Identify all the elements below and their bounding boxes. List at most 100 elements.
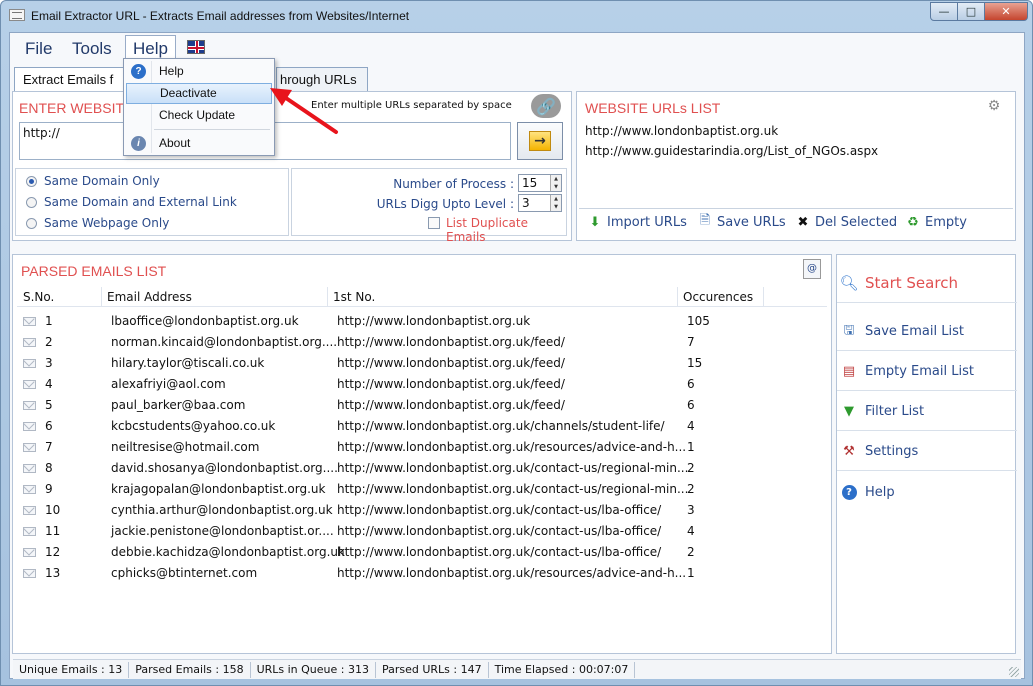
cell-first-no: http://www.londonbaptist.org.uk/feed/ xyxy=(337,335,565,349)
cell-sno: 2 xyxy=(45,335,53,349)
column-divider xyxy=(327,287,328,307)
duplicate-checkbox[interactable] xyxy=(428,217,440,229)
table-row[interactable]: 5 paul_barker@baa.com http://www.londonbap… xyxy=(17,395,827,416)
uk-flag-icon[interactable] xyxy=(187,40,205,54)
envelope-icon xyxy=(23,422,36,431)
menu-item-label: Check Update xyxy=(159,108,236,122)
cell-email: paul_barker@baa.com xyxy=(111,398,246,412)
table-row[interactable]: 9 krajagopalan@londonbaptist.org.uk http:/… xyxy=(17,479,827,500)
envelope-icon xyxy=(23,464,36,473)
empty-urls-button[interactable]: ♻ Empty xyxy=(905,214,967,230)
envelope-icon xyxy=(23,359,36,368)
save-urls-button[interactable]: 🗎 Save URLs xyxy=(697,213,786,230)
start-search-label: Start Search xyxy=(865,273,958,292)
cell-sno: 7 xyxy=(45,440,53,454)
envelope-icon xyxy=(23,569,36,578)
spin-arrows-icon[interactable]: ▲ ▼ xyxy=(550,175,561,191)
list-item[interactable]: http://www.guidestarindia.org/List_of_NG… xyxy=(585,144,878,158)
start-search-button[interactable]: 🔍︎ Start Search xyxy=(837,263,1017,303)
empty-label: Empty xyxy=(925,214,967,230)
menu-item-deactivate[interactable]: Deactivate xyxy=(126,83,272,104)
cell-first-no: http://www.londonbaptist.org.uk xyxy=(337,314,531,328)
col-occurences[interactable]: Occurences xyxy=(683,290,753,304)
delete-selected-button[interactable]: ✖ Del Selected xyxy=(795,214,898,230)
table-row[interactable]: 6 kcbcstudents@yahoo.co.uk http://www.lond… xyxy=(17,416,827,437)
menu-file[interactable]: File xyxy=(18,38,59,60)
add-url-button[interactable]: → xyxy=(517,122,563,160)
table-row[interactable]: 2 norman.kincaid@londonbaptist.org.... htt… xyxy=(17,332,827,353)
cell-email: norman.kincaid@londonbaptist.org.... xyxy=(111,335,338,349)
delete-label: Del Selected xyxy=(815,214,898,230)
cell-email: cynthia.arthur@londonbaptist.org.uk xyxy=(111,503,333,517)
menu-item-check-update[interactable]: Check Update xyxy=(126,105,272,126)
cell-first-no: http://www.londonbaptist.org.uk/contact-… xyxy=(337,503,662,517)
save-email-list-button[interactable]: 🖫︎ Save Email List xyxy=(837,313,1017,351)
save-document-icon: 🗎 xyxy=(699,213,711,228)
menu-tools[interactable]: Tools xyxy=(65,38,119,60)
list-item[interactable]: http://www.londonbaptist.org.uk xyxy=(585,124,778,138)
import-urls-button[interactable]: ⬇ Import URLs xyxy=(587,214,687,230)
settings-button[interactable]: ⚒ Settings xyxy=(837,433,1017,471)
resize-grip-icon[interactable] xyxy=(1009,667,1019,677)
radio-button[interactable] xyxy=(26,217,37,229)
table-row[interactable]: 12 debbie.kachidza@londonbaptist.org.uk ht… xyxy=(17,542,827,563)
cell-first-no: http://www.londonbaptist.org.uk/contact-… xyxy=(337,461,689,475)
spin-arrows-icon[interactable]: ▲ ▼ xyxy=(550,195,561,211)
cell-occurences: 7 xyxy=(687,335,695,349)
process-stepper[interactable]: 15 ▲ ▼ xyxy=(518,174,562,192)
status-unique-emails: Unique Emails : 13 xyxy=(13,661,130,678)
minimize-button[interactable]: — xyxy=(930,2,958,21)
link-icon[interactable]: 🔗 xyxy=(531,94,561,118)
process-value: 15 xyxy=(522,176,538,190)
menu-item-help[interactable]: ? Help xyxy=(126,61,272,82)
maximize-button[interactable]: □ xyxy=(957,2,985,21)
table-row[interactable]: 1 lbaoffice@londonbaptist.org.uk http://ww… xyxy=(17,311,827,332)
status-parsed-urls: Parsed URLs : 147 xyxy=(376,661,489,678)
app-icon xyxy=(9,9,25,21)
digg-value: 3 xyxy=(522,196,530,210)
cell-occurences: 15 xyxy=(687,356,703,370)
table-row[interactable]: 10 cynthia.arthur@londonbaptist.org.uk htt… xyxy=(17,500,827,521)
tab-extract-emails[interactable]: Extract Emails f xyxy=(14,67,126,91)
column-divider xyxy=(101,287,102,307)
cell-email: debbie.kachidza@londonbaptist.org.uk xyxy=(111,545,345,559)
table-row[interactable]: 3 hilary.taylor@tiscali.co.uk http://www.l… xyxy=(17,353,827,374)
col-sno[interactable]: S.No. xyxy=(23,290,54,304)
import-label: Import URLs xyxy=(607,214,687,230)
radio-same-webpage[interactable]: Same Webpage Only xyxy=(26,216,169,230)
floppy-save-icon: 🖫︎ xyxy=(843,322,855,338)
url-list[interactable]: http://www.londonbaptist.org.uk http://w… xyxy=(579,122,1013,204)
cell-sno: 8 xyxy=(45,461,53,475)
duplicate-label: List Duplicate Emails xyxy=(446,216,528,244)
cell-first-no: http://www.londonbaptist.org.uk/feed/ xyxy=(337,377,565,391)
table-row[interactable]: 7 neiltresise@hotmail.com http://www.londo… xyxy=(17,437,827,458)
save-label: Save URLs xyxy=(717,214,786,230)
digg-stepper[interactable]: 3 ▲ ▼ xyxy=(518,194,562,212)
envelope-icon xyxy=(23,506,36,515)
recycle-icon: ♻ xyxy=(907,214,919,230)
help-button[interactable]: ? Help xyxy=(837,473,1017,511)
col-first-no[interactable]: 1st No. xyxy=(333,290,375,304)
radio-label: Same Webpage Only xyxy=(44,216,170,230)
radio-button[interactable] xyxy=(26,196,37,208)
filter-list-button[interactable]: ▼ Filter List xyxy=(837,393,1017,431)
table-row[interactable]: 8 david.shosanya@londonbaptist.org.... htt… xyxy=(17,458,827,479)
table-row[interactable]: 11 jackie.penistone@londonbaptist.or.... h… xyxy=(17,521,827,542)
radio-button[interactable] xyxy=(26,175,37,187)
cell-email: cphicks@btinternet.com xyxy=(111,566,258,580)
table-row[interactable]: 13 cphicks@btinternet.com http://www.londo… xyxy=(17,563,827,584)
radio-same-domain[interactable]: Same Domain Only xyxy=(26,174,160,188)
empty-email-list-button[interactable]: ▤ Empty Email List xyxy=(837,353,1017,391)
crawl-options: Number of Process : 15 ▲ ▼ URLs Digg Upto… xyxy=(291,168,567,244)
cell-occurences: 3 xyxy=(687,503,695,517)
empty-list-icon: ▤ xyxy=(842,364,856,379)
close-button[interactable]: ✕ xyxy=(984,2,1028,21)
cell-email: neiltresise@hotmail.com xyxy=(111,440,260,454)
radio-domain-external[interactable]: Same Domain and External Link xyxy=(26,195,237,209)
table-row[interactable]: 4 alexafriyi@aol.com http://www.londonbapt… xyxy=(17,374,827,395)
help-dropdown-menu: ? Help Deactivate Check Update i About xyxy=(123,58,275,156)
title-bar[interactable]: Email Extractor URL - Extracts Email add… xyxy=(1,1,1032,31)
col-email[interactable]: Email Address xyxy=(107,290,192,304)
delete-x-icon: ✖ xyxy=(797,214,809,230)
menu-item-about[interactable]: i About xyxy=(126,133,272,154)
